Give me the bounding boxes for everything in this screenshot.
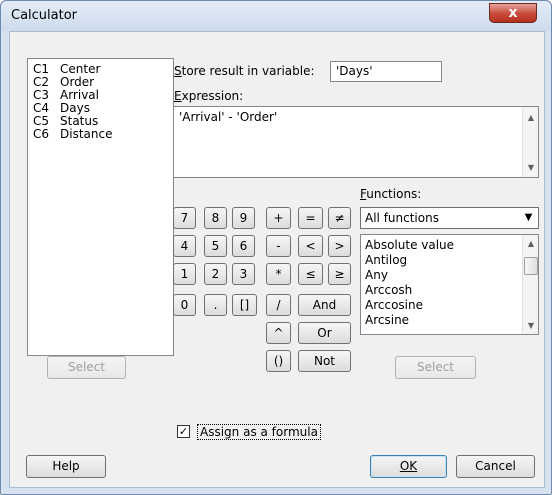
function-item[interactable]: Any xyxy=(365,268,388,282)
key-not[interactable]: Not xyxy=(298,350,351,372)
function-item[interactable]: Arcsine xyxy=(365,313,409,327)
functions-label: Functions: xyxy=(360,187,422,201)
key-less-than[interactable]: < xyxy=(298,235,323,257)
expression-scrollbar[interactable]: ▲ ▼ xyxy=(522,107,538,177)
key-power[interactable]: ^ xyxy=(266,322,291,344)
key-brackets[interactable]: [] xyxy=(232,294,257,316)
functions-list[interactable]: Absolute value Antilog Any Arccosh Arcco… xyxy=(360,234,539,335)
key-7[interactable]: 7 xyxy=(173,207,196,229)
key-4[interactable]: 4 xyxy=(173,235,196,257)
key-9[interactable]: 9 xyxy=(232,207,255,229)
store-result-input[interactable]: 'Days' xyxy=(330,61,442,82)
key-and[interactable]: And xyxy=(298,294,351,316)
variable-list[interactable]: C1 Center C2 Order C3 Arrival C4 Days C5 Stat… xyxy=(27,58,174,356)
key-0[interactable]: 0 xyxy=(173,294,196,316)
help-button[interactable]: Help xyxy=(26,455,106,478)
scroll-up-icon[interactable]: ▲ xyxy=(523,113,539,122)
scrollbar-thumb[interactable] xyxy=(524,257,538,275)
key-parentheses[interactable]: () xyxy=(266,350,291,372)
calculator-dialog: Calculator x C1 Center C2 Order C3 Arrival … xyxy=(0,0,552,495)
key-1[interactable]: 1 xyxy=(173,263,196,285)
function-item[interactable]: Arccosine xyxy=(365,298,423,312)
ok-button[interactable]: OK xyxy=(370,455,447,478)
key-divide[interactable]: / xyxy=(266,294,291,316)
key-less-equal[interactable]: ≤ xyxy=(298,263,323,285)
key-equals[interactable]: = xyxy=(298,207,323,229)
select-function-button[interactable]: Select xyxy=(395,356,476,379)
key-6[interactable]: 6 xyxy=(232,235,255,257)
key-8[interactable]: 8 xyxy=(204,207,227,229)
title-bar: Calculator x xyxy=(1,1,551,31)
key-greater-equal[interactable]: ≥ xyxy=(328,263,351,285)
key-plus[interactable]: + xyxy=(266,207,291,229)
functions-dropdown[interactable]: All functions ▼ xyxy=(360,207,539,229)
expression-textarea[interactable]: 'Arrival' - 'Order' ▲ ▼ xyxy=(173,106,539,178)
store-result-label: Store result in variable: xyxy=(174,64,315,78)
key-or[interactable]: Or xyxy=(298,322,351,344)
key-minus[interactable]: - xyxy=(266,235,291,257)
key-not-equal[interactable]: ≠ xyxy=(328,207,351,229)
chevron-down-icon[interactable]: ▼ xyxy=(520,209,537,227)
scroll-down-icon[interactable]: ▼ xyxy=(523,163,539,172)
key-2[interactable]: 2 xyxy=(204,263,227,285)
key-5[interactable]: 5 xyxy=(204,235,227,257)
key-multiply[interactable]: * xyxy=(266,263,291,285)
window-title: Calculator xyxy=(11,8,78,23)
variable-item[interactable]: C6 Distance xyxy=(33,128,112,141)
assign-formula-label[interactable]: Assign as a formula xyxy=(197,424,321,440)
key-3[interactable]: 3 xyxy=(232,263,255,285)
key-greater-than[interactable]: > xyxy=(328,235,351,257)
dialog-body: C1 Center C2 Order C3 Arrival C4 Days C5 Stat… xyxy=(9,31,545,488)
function-item[interactable]: Absolute value xyxy=(365,238,454,252)
scroll-down-icon[interactable]: ▼ xyxy=(523,321,539,330)
functions-scrollbar[interactable]: ▲ ▼ xyxy=(522,235,538,334)
key-decimal[interactable]: . xyxy=(204,294,227,316)
close-icon: x xyxy=(508,5,518,21)
expression-label: Expression: xyxy=(174,89,244,103)
function-item[interactable]: Arccosh xyxy=(365,283,412,297)
select-variable-button[interactable]: Select xyxy=(47,356,126,379)
assign-formula-checkbox[interactable]: ✓ xyxy=(177,425,190,438)
scroll-up-icon[interactable]: ▲ xyxy=(523,239,539,248)
function-item[interactable]: Antilog xyxy=(365,253,407,267)
close-button[interactable]: x xyxy=(489,3,537,23)
cancel-button[interactable]: Cancel xyxy=(456,455,535,478)
